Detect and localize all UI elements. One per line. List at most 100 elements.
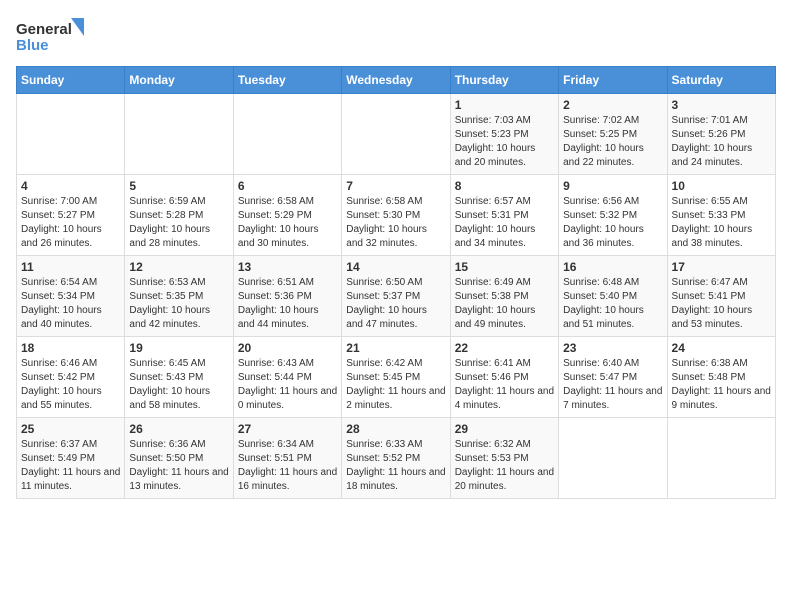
day-number: 3 [672,98,771,112]
calendar-cell: 6 Sunrise: 6:58 AM Sunset: 5:29 PM Daylig… [233,175,341,256]
page-header: GeneralBlue [16,16,776,56]
calendar-header-row: SundayMondayTuesdayWednesdayThursdayFrid… [17,67,776,94]
calendar-cell: 15 Sunrise: 6:49 AM Sunset: 5:38 PM Dayli… [450,256,558,337]
day-number: 15 [455,260,554,274]
calendar-cell: 7Sunrise: 6:58 AM Sunset: 5:30 PM Daylig… [342,175,450,256]
calendar-cell: 14 Sunrise: 6:50 AM Sunset: 5:37 PM Dayli… [342,256,450,337]
calendar-cell: 21Sunrise: 6:42 AM Sunset: 5:45 PM Dayli… [342,337,450,418]
calendar-cell: 27 Sunrise: 6:34 AM Sunset: 5:51 PM Dayli… [233,418,341,499]
day-info: Sunrise: 6:46 AM Sunset: 5:42 PM Dayligh… [21,357,120,413]
day-info: Sunrise: 6:47 AM Sunset: 5:41 PM Dayligh… [672,276,771,332]
day-info: Sunrise: 6:38 AM Sunset: 5:48 PM Dayligh… [672,357,771,413]
calendar-cell: 3 Sunrise: 7:01 AM Sunset: 5:26 PM Daylig… [667,94,775,175]
day-info: Sunrise: 6:43 AM Sunset: 5:44 PM Dayligh… [238,357,337,413]
day-info: Sunrise: 7:00 AM Sunset: 5:27 PM Dayligh… [21,195,120,251]
svg-text:General: General [16,21,72,38]
logo: GeneralBlue [16,16,86,56]
col-header-monday: Monday [125,67,233,94]
day-info: Sunrise: 7:01 AM Sunset: 5:26 PM Dayligh… [672,114,771,170]
calendar-cell: 10 Sunrise: 6:55 AM Sunset: 5:33 PM Dayli… [667,175,775,256]
day-number: 20 [238,341,337,355]
col-header-wednesday: Wednesday [342,67,450,94]
day-number: 17 [672,260,771,274]
calendar-cell [342,94,450,175]
calendar-cell: 11 Sunrise: 6:54 AM Sunset: 5:34 PM Dayli… [17,256,125,337]
day-info: Sunrise: 6:37 AM Sunset: 5:49 PM Dayligh… [21,438,120,494]
day-info: Sunrise: 6:40 AM Sunset: 5:47 PM Dayligh… [563,357,662,413]
day-info: Sunrise: 6:54 AM Sunset: 5:34 PM Dayligh… [21,276,120,332]
calendar-cell [559,418,667,499]
calendar-cell: 22 Sunrise: 6:41 AM Sunset: 5:46 PM Dayli… [450,337,558,418]
calendar-cell: 16Sunrise: 6:48 AM Sunset: 5:40 PM Dayli… [559,256,667,337]
calendar-cell: 4 Sunrise: 7:00 AM Sunset: 5:27 PM Daylig… [17,175,125,256]
calendar-cell: 25 Sunrise: 6:37 AM Sunset: 5:49 PM Dayli… [17,418,125,499]
calendar-cell: 28 Sunrise: 6:33 AM Sunset: 5:52 PM Dayli… [342,418,450,499]
day-info: Sunrise: 6:58 AM Sunset: 5:30 PM Dayligh… [346,195,445,251]
calendar-cell: 29 Sunrise: 6:32 AM Sunset: 5:53 PM Dayli… [450,418,558,499]
day-number: 22 [455,341,554,355]
calendar-cell [667,418,775,499]
week-row-3: 18 Sunrise: 6:46 AM Sunset: 5:42 PM Dayli… [17,337,776,418]
calendar-cell: 17 Sunrise: 6:47 AM Sunset: 5:41 PM Dayli… [667,256,775,337]
week-row-2: 11 Sunrise: 6:54 AM Sunset: 5:34 PM Dayli… [17,256,776,337]
calendar-cell: 5 Sunrise: 6:59 AM Sunset: 5:28 PM Daylig… [125,175,233,256]
day-number: 18 [21,341,120,355]
calendar-cell: 13 Sunrise: 6:51 AM Sunset: 5:36 PM Dayli… [233,256,341,337]
day-number: 24 [672,341,771,355]
day-number: 9 [563,179,662,193]
day-number: 14 [346,260,445,274]
calendar-cell [17,94,125,175]
day-number: 13 [238,260,337,274]
day-number: 1 [455,98,554,112]
day-number: 8 [455,179,554,193]
day-number: 21 [346,341,445,355]
col-header-saturday: Saturday [667,67,775,94]
day-number: 25 [21,422,120,436]
day-number: 23 [563,341,662,355]
col-header-friday: Friday [559,67,667,94]
day-info: Sunrise: 6:49 AM Sunset: 5:38 PM Dayligh… [455,276,554,332]
day-info: Sunrise: 6:32 AM Sunset: 5:53 PM Dayligh… [455,438,554,494]
day-info: Sunrise: 6:33 AM Sunset: 5:52 PM Dayligh… [346,438,445,494]
day-number: 2 [563,98,662,112]
day-number: 6 [238,179,337,193]
week-row-0: 1Sunrise: 7:03 AM Sunset: 5:23 PM Daylig… [17,94,776,175]
day-info: Sunrise: 6:59 AM Sunset: 5:28 PM Dayligh… [129,195,228,251]
day-number: 11 [21,260,120,274]
col-header-tuesday: Tuesday [233,67,341,94]
day-number: 12 [129,260,228,274]
logo-svg: GeneralBlue [16,16,86,56]
calendar-cell: 20 Sunrise: 6:43 AM Sunset: 5:44 PM Dayli… [233,337,341,418]
day-info: Sunrise: 7:02 AM Sunset: 5:25 PM Dayligh… [563,114,662,170]
day-info: Sunrise: 6:50 AM Sunset: 5:37 PM Dayligh… [346,276,445,332]
day-number: 4 [21,179,120,193]
calendar-cell: 2 Sunrise: 7:02 AM Sunset: 5:25 PM Daylig… [559,94,667,175]
day-number: 10 [672,179,771,193]
day-number: 26 [129,422,228,436]
day-info: Sunrise: 6:53 AM Sunset: 5:35 PM Dayligh… [129,276,228,332]
col-header-thursday: Thursday [450,67,558,94]
calendar-cell: 8 Sunrise: 6:57 AM Sunset: 5:31 PM Daylig… [450,175,558,256]
day-number: 5 [129,179,228,193]
day-info: Sunrise: 6:51 AM Sunset: 5:36 PM Dayligh… [238,276,337,332]
day-info: Sunrise: 6:36 AM Sunset: 5:50 PM Dayligh… [129,438,228,494]
day-number: 27 [238,422,337,436]
day-info: Sunrise: 6:34 AM Sunset: 5:51 PM Dayligh… [238,438,337,494]
week-row-1: 4 Sunrise: 7:00 AM Sunset: 5:27 PM Daylig… [17,175,776,256]
calendar-cell: 19Sunrise: 6:45 AM Sunset: 5:43 PM Dayli… [125,337,233,418]
calendar-cell: 23 Sunrise: 6:40 AM Sunset: 5:47 PM Dayli… [559,337,667,418]
day-info: Sunrise: 6:45 AM Sunset: 5:43 PM Dayligh… [129,357,228,413]
calendar-cell: 26 Sunrise: 6:36 AM Sunset: 5:50 PM Dayli… [125,418,233,499]
calendar-cell: 1Sunrise: 7:03 AM Sunset: 5:23 PM Daylig… [450,94,558,175]
calendar-cell [233,94,341,175]
day-number: 28 [346,422,445,436]
calendar-cell: 12 Sunrise: 6:53 AM Sunset: 5:35 PM Dayli… [125,256,233,337]
day-info: Sunrise: 6:41 AM Sunset: 5:46 PM Dayligh… [455,357,554,413]
calendar-table: SundayMondayTuesdayWednesdayThursdayFrid… [16,66,776,499]
day-info: Sunrise: 6:58 AM Sunset: 5:29 PM Dayligh… [238,195,337,251]
day-number: 29 [455,422,554,436]
day-info: Sunrise: 6:48 AM Sunset: 5:40 PM Dayligh… [563,276,662,332]
day-info: Sunrise: 6:55 AM Sunset: 5:33 PM Dayligh… [672,195,771,251]
day-info: Sunrise: 6:57 AM Sunset: 5:31 PM Dayligh… [455,195,554,251]
calendar-cell [125,94,233,175]
